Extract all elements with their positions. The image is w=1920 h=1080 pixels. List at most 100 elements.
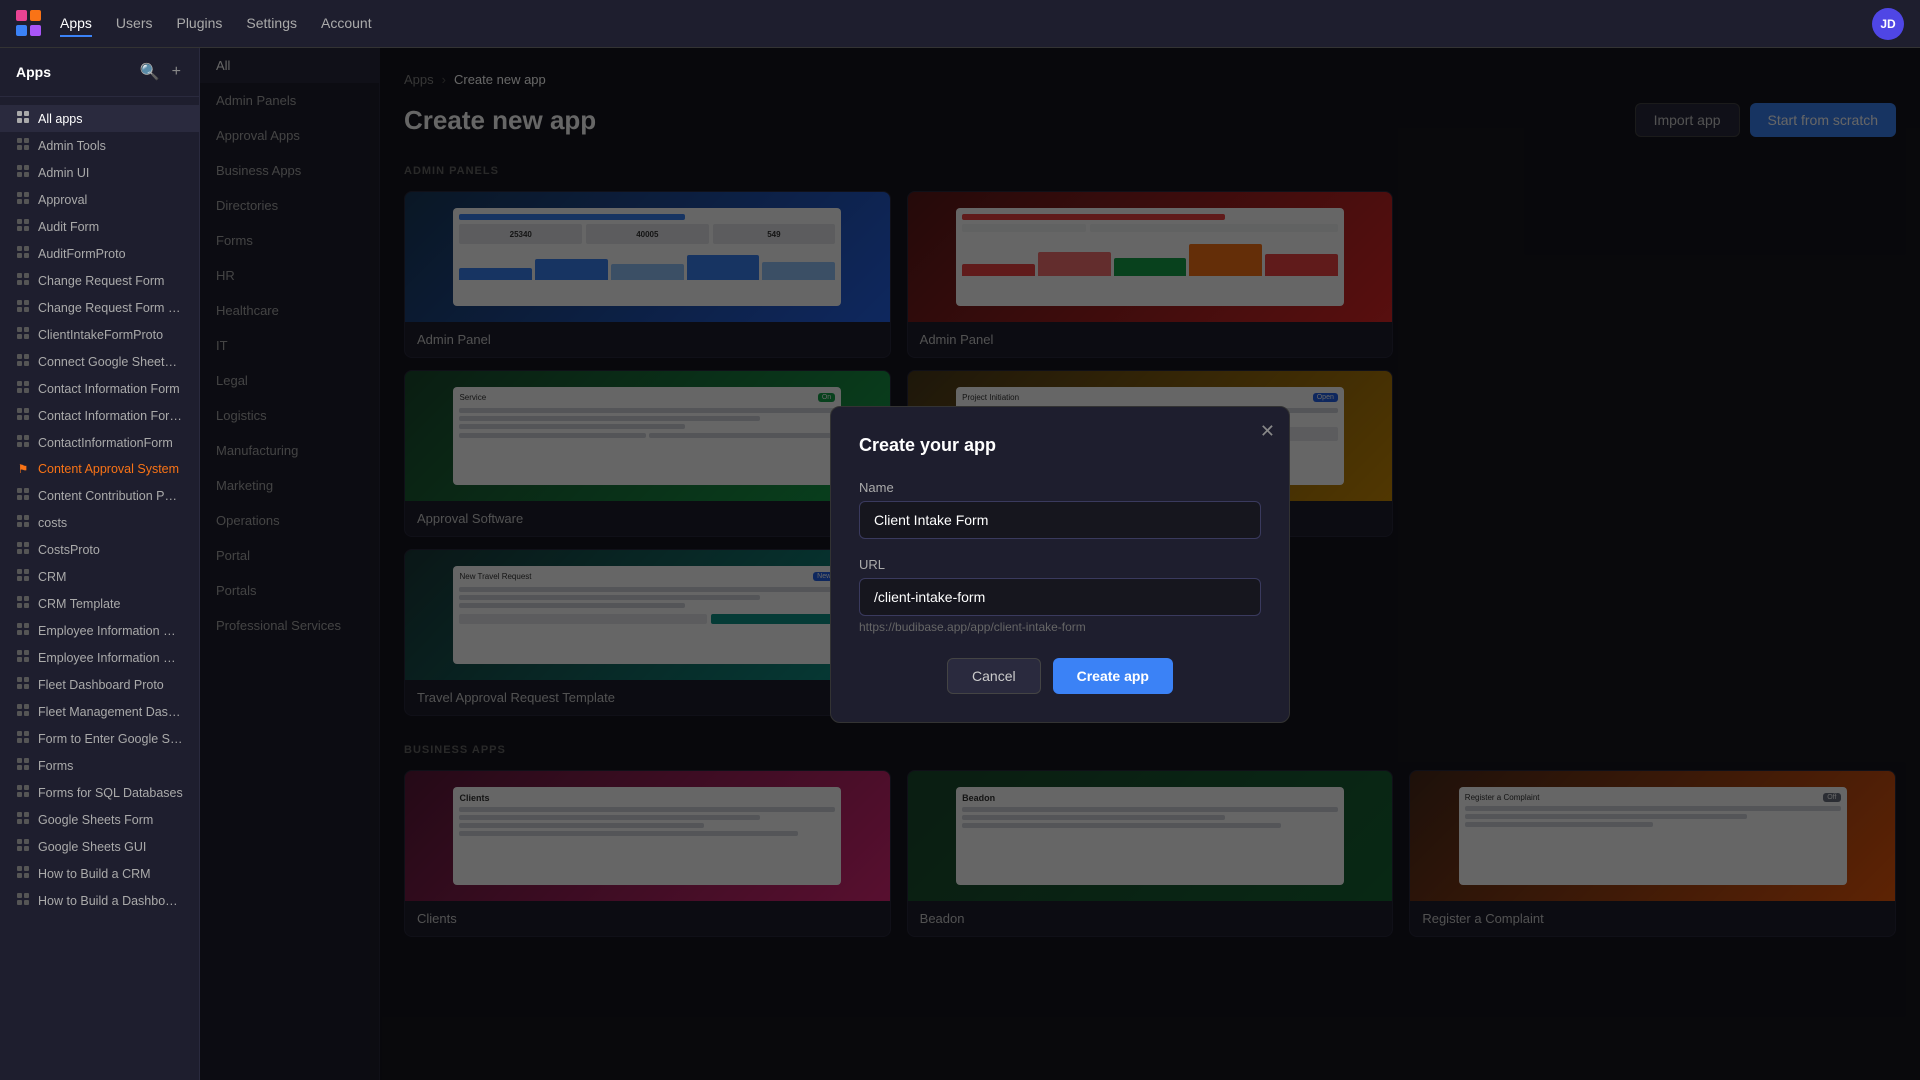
modal-actions: Cancel Create app [859,658,1261,694]
search-button[interactable]: 🔍 [138,60,162,84]
sidebar-item-admin-ui[interactable]: Admin UI [0,159,199,186]
modal-title: Create your app [859,435,1261,456]
sidebar-item-how-dashboard[interactable]: How to Build a Dashboard [0,887,199,914]
sidebar-label-crm: CRM [38,570,66,584]
sidebar-label-how-crm: How to Build a CRM [38,867,151,881]
create-app-button[interactable]: Create app [1053,658,1173,694]
modal-close-button[interactable]: ✕ [1260,421,1275,442]
admin-ui-icon [16,165,30,180]
sidebar-header: Apps 🔍 + [0,48,199,97]
sidebar-item-change-request[interactable]: Change Request Form [0,267,199,294]
sidebar-label-contact-info-form: ContactInformationForm [38,436,173,450]
create-app-modal: ✕ Create your app Name URL https://budib… [830,406,1290,723]
name-field: Name [859,480,1261,539]
sidebar-item-change-request-proto[interactable]: Change Request Form Proto [0,294,199,321]
name-input[interactable] [859,501,1261,539]
sidebar-label-change-request: Change Request Form [38,274,164,288]
sidebar-item-crm[interactable]: CRM [0,563,199,590]
sidebar-item-costs-proto[interactable]: CostsProto [0,536,199,563]
cancel-button[interactable]: Cancel [947,658,1041,694]
sidebar-item-audit-form[interactable]: Audit Form [0,213,199,240]
sidebar-item-google-sheets-gui[interactable]: Google Sheets GUI [0,833,199,860]
sidebar-label-fleet-mgmt: Fleet Management Dashboard [38,705,183,719]
nav-users[interactable]: Users [116,11,153,37]
sidebar-label-costs: costs [38,516,67,530]
logo [16,10,44,38]
fleet-dashboard-proto-icon [16,677,30,692]
sidebar-item-employee-info[interactable]: Employee Information Form [0,617,199,644]
sidebar-item-google-sheets-data[interactable]: Form to Enter Google Sheets Data [0,725,199,752]
google-sheets-gui-icon [16,839,30,854]
sidebar-item-connect-google[interactable]: Connect Google Sheets to Postg... [0,348,199,375]
sidebar-item-contact-info[interactable]: Contact Information Form [0,375,199,402]
sidebar-label-google-sheets-form: Google Sheets Form [38,813,153,827]
sidebar-item-all-apps[interactable]: All apps [0,105,199,132]
client-intake-proto-icon [16,327,30,342]
audit-form-proto-icon [16,246,30,261]
sidebar-item-content-approval[interactable]: ⚑ Content Approval System [0,456,199,482]
nav-right: JD [1872,8,1904,40]
sidebar-item-contact-info-proto[interactable]: Contact Information Form Proto [0,402,199,429]
sidebar-item-google-sheets-form[interactable]: Google Sheets Form [0,806,199,833]
sidebar-label-fleet-dashboard-proto: Fleet Dashboard Proto [38,678,164,692]
google-sheets-data-icon [16,731,30,746]
sidebar-label-google-sheets-gui: Google Sheets GUI [38,840,146,854]
sidebar-item-how-crm[interactable]: How to Build a CRM [0,860,199,887]
sidebar-item-contact-info-form[interactable]: ContactInformationForm [0,429,199,456]
nav-links: Apps Users Plugins Settings Account [60,11,372,37]
employee-info-icon [16,623,30,638]
costs-proto-icon [16,542,30,557]
sidebar-label-connect-google: Connect Google Sheets to Postg... [38,355,183,369]
change-request-proto-icon [16,300,30,315]
sidebar-item-content-contrib[interactable]: Content Contribution Portal [0,482,199,509]
sidebar: Apps 🔍 + All apps Admin Tools Admin UI [0,48,200,1080]
crm-template-icon [16,596,30,611]
name-label: Name [859,480,1261,495]
sidebar-item-audit-form-proto[interactable]: AuditFormProto [0,240,199,267]
url-input[interactable] [859,578,1261,616]
sidebar-label-content-approval: Content Approval System [38,462,179,476]
costs-icon [16,515,30,530]
sidebar-item-forms[interactable]: Forms [0,752,199,779]
admin-tools-icon [16,138,30,153]
fleet-mgmt-icon [16,704,30,719]
sidebar-label-approval: Approval [38,193,87,207]
change-request-icon [16,273,30,288]
sidebar-item-crm-template[interactable]: CRM Template [0,590,199,617]
google-sheets-form-icon [16,812,30,827]
sidebar-label-all-apps: All apps [38,112,82,126]
modal-overlay: ✕ Create your app Name URL https://budib… [200,48,1920,1080]
avatar[interactable]: JD [1872,8,1904,40]
nav-apps[interactable]: Apps [60,11,92,37]
top-nav: Apps Users Plugins Settings Account JD [0,0,1920,48]
sidebar-label-google-sheets-data: Form to Enter Google Sheets Data [38,732,183,746]
contact-info-form-icon [16,435,30,450]
sidebar-label-crm-template: CRM Template [38,597,120,611]
sidebar-label-client-intake-proto: ClientIntakeFormProto [38,328,163,342]
sidebar-label-contact-info: Contact Information Form [38,382,180,396]
contact-info-proto-icon [16,408,30,423]
content-approval-icon: ⚑ [16,462,30,476]
sidebar-item-fleet-mgmt[interactable]: Fleet Management Dashboard [0,698,199,725]
employee-info-proto-icon [16,650,30,665]
nav-account[interactable]: Account [321,11,372,37]
sidebar-item-client-intake-proto[interactable]: ClientIntakeFormProto [0,321,199,348]
sidebar-item-fleet-dashboard-proto[interactable]: Fleet Dashboard Proto [0,671,199,698]
sidebar-label-audit-form-proto: AuditFormProto [38,247,126,261]
sidebar-item-approval[interactable]: Approval [0,186,199,213]
approval-icon [16,192,30,207]
sidebar-item-forms-sql[interactable]: Forms for SQL Databases [0,779,199,806]
contact-info-icon [16,381,30,396]
content-area: All Admin Panels Approval Apps Business … [200,48,1920,1080]
sidebar-label-forms: Forms [38,759,73,773]
sidebar-item-costs[interactable]: costs [0,509,199,536]
sidebar-item-employee-info-proto[interactable]: Employee Information Form Proto [0,644,199,671]
connect-google-icon [16,354,30,369]
nav-settings[interactable]: Settings [246,11,297,37]
sidebar-actions: 🔍 + [138,60,183,84]
sidebar-item-admin-tools[interactable]: Admin Tools [0,132,199,159]
audit-form-icon [16,219,30,234]
add-app-button[interactable]: + [170,60,183,84]
nav-plugins[interactable]: Plugins [176,11,222,37]
sidebar-label-employee-info: Employee Information Form [38,624,183,638]
